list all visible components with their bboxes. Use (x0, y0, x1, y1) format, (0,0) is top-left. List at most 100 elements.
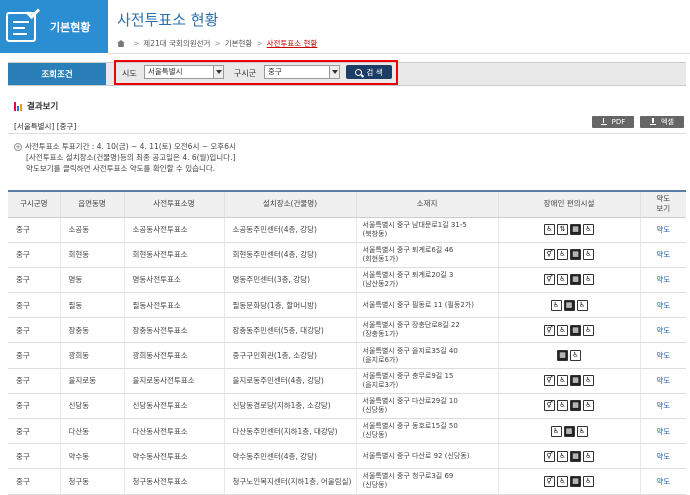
cell-dong: 장충동 (59, 317, 124, 344)
parking-icon: ▦ (570, 450, 581, 462)
cell-place: 약수동주민센터(4층, 강당) (223, 443, 356, 470)
sidebar-header[interactable]: 기본현황 (0, 0, 108, 53)
breadcrumb-item-basic[interactable]: 기본현황 (225, 38, 253, 49)
cell-gu: 중구 (8, 317, 60, 344)
cell-dong: 을지로동 (59, 368, 124, 394)
parking-icon: ▦ (570, 224, 581, 236)
wheelchair-icon: ♿ (557, 450, 568, 462)
map-link[interactable]: 약도 (656, 376, 670, 385)
cell-station: 광희동사전투표소 (123, 342, 224, 369)
cell-facilities: ♿ ▦ ♿ (497, 292, 640, 319)
page-title: 사전투표소 현황 (117, 11, 219, 29)
cell-dong: 광희동 (59, 342, 124, 369)
breadcrumb-item-current[interactable]: 사전투표소 현황 (267, 38, 318, 49)
cell-facilities: ⚥ ♿ ▦ ♿ (497, 393, 640, 420)
table-row: 중구 신당동 신당동사전투표소 신당동경로당(지하1층, 소강당) 서울특별시 중구 다… (8, 393, 686, 420)
ramp-icon: ♿ (583, 224, 594, 236)
wheelchair-icon: ♿ (557, 324, 568, 336)
chevron-down-icon (213, 66, 223, 78)
cell-address: 서울특별시 중구 퇴계로6길 46 (회현동1가) (355, 242, 498, 268)
table-row: 중구 약수동 약수동사전투표소 약수동주민센터(4층, 강당) 서울특별시 중구 다산로… (8, 443, 686, 470)
cell-address: 서울특별시 중구 동호로15길 50 (신당동) (355, 418, 498, 445)
cell-place: 회현동주민센터(4층, 강당) (223, 242, 356, 268)
cell-map: 약도 (639, 468, 686, 495)
toilet-icon: ⚥ (544, 400, 555, 412)
bar-chart-icon (14, 101, 23, 111)
cell-dong: 명동 (59, 267, 124, 294)
table-row: 중구 회현동 회현동사전투표소 회현동주민센터(4층, 강당) 서울특별시 중구 퇴계로… (8, 242, 686, 268)
toilet-icon: ⚥ (544, 475, 555, 487)
toilet-icon: ⚥ (544, 249, 555, 261)
wheelchair-icon: ♿ (544, 224, 555, 236)
cell-place: 명동주민센터(3층, 강당) (223, 267, 356, 294)
results-divider (8, 133, 686, 134)
cell-facilities: ▦ ♿ (497, 342, 640, 369)
map-link[interactable]: 약도 (656, 477, 670, 486)
cell-gu: 중구 (8, 267, 60, 294)
cell-dong: 회현동 (59, 242, 124, 268)
toilet-icon: ⚥ (544, 375, 555, 387)
cell-facilities: ⚥ ♿ ▦ ♿ (497, 317, 640, 344)
cell-gu: 중구 (8, 342, 60, 369)
toilet-icon: ⚥ (544, 274, 555, 286)
cell-map: 약도 (639, 242, 686, 268)
map-link[interactable]: 약도 (656, 250, 670, 259)
cell-station: 소공동사전투표소 (123, 217, 224, 243)
table-row: 중구 장충동 장충동사전투표소 장충동주민센터(5층, 대강당) 서울특별시 중구 장충… (8, 317, 686, 344)
home-icon[interactable] (117, 40, 125, 47)
map-link[interactable]: 약도 (656, 351, 670, 360)
wheelchair-icon: ♿ (557, 274, 568, 286)
breadcrumb-item-election[interactable]: 제21대 국회의원선거 (143, 38, 210, 49)
table-row: 중구 명동 명동사전투표소 명동주민센터(3층, 강당) 서울특별시 중구 퇴계로20길… (8, 267, 686, 294)
cell-station: 약수동사전투표소 (123, 443, 224, 470)
cell-facilities: ⚥ ♿ ▦ ♿ (497, 267, 640, 294)
parking-icon: ▦ (557, 350, 568, 362)
document-check-icon (6, 4, 41, 42)
map-link[interactable]: 약도 (656, 401, 670, 410)
header-divider (108, 53, 690, 54)
cell-gu: 중구 (8, 443, 60, 470)
col-header-name: 사전투표소명 (123, 190, 224, 218)
cell-address: 서울특별시 중구 을지로35길 40 (을지로6가) (355, 342, 498, 369)
cell-gu: 중구 (8, 393, 60, 420)
ramp-icon: ♿ (583, 400, 594, 412)
breadcrumb: > 제21대 국회의원선거 > 기본현황 > 사전투표소 현황 (117, 38, 317, 49)
gu-select[interactable]: 중구 (264, 65, 340, 79)
parking-icon: ▦ (570, 400, 581, 412)
map-link[interactable]: 약도 (656, 326, 670, 335)
map-link[interactable]: 약도 (656, 452, 670, 461)
pdf-button[interactable]: PDF (592, 116, 634, 128)
ramp-icon: ♿ (576, 425, 588, 437)
search-button[interactable]: 검 색 (346, 65, 392, 79)
cell-place: 장충동주민센터(5층, 대강당) (223, 317, 356, 344)
cell-facilities: ⚥ ♿ ▦ ♿ (497, 368, 640, 394)
cell-address: 서울특별시 중구 다산로29길 10 (신당동) (355, 393, 498, 420)
map-link[interactable]: 약도 (656, 275, 670, 284)
table-row: 중구 다산동 다산동사전투표소 다산동주민센터(지하1층, 대강당) 서울특별시 중구 … (8, 418, 686, 445)
excel-button[interactable]: 엑셀 (640, 116, 684, 128)
cell-gu: 중구 (8, 468, 60, 495)
ramp-icon: ♿ (570, 350, 581, 362)
ramp-icon: ♿ (583, 375, 594, 387)
sido-select[interactable]: 서울특별시 (144, 65, 224, 79)
cell-address: 서울특별시 중구 다산로 92 (신당동) (355, 443, 498, 470)
cell-map: 약도 (639, 267, 686, 294)
region-label: [서울특별시] [중구] (14, 122, 77, 131)
col-header-gu: 구시군명 (8, 190, 60, 218)
cell-map: 약도 (639, 342, 686, 369)
cell-map: 약도 (639, 317, 686, 344)
polling-table: 구시군명 읍면동명 사전투표소명 설치장소(건물명) 소재지 장애인 편의시설 … (8, 190, 686, 495)
cell-address: 서울특별시 중구 필동로 11 (필동2가) (355, 292, 498, 319)
table-row: 중구 필동 필동사전투표소 필동문화당(1층, 할머니방) 서울특별시 중구 필동로 1… (8, 292, 686, 319)
map-link[interactable]: 약도 (656, 427, 670, 436)
gu-label: 구시군 (234, 69, 257, 78)
cell-facilities: ⚥ ♿ ▦ ♿ (497, 242, 640, 268)
map-link[interactable]: 약도 (656, 225, 670, 234)
cell-dong: 다산동 (59, 418, 124, 445)
col-header-place: 설치장소(건물명) (223, 190, 356, 218)
map-link[interactable]: 약도 (656, 301, 670, 310)
parking-icon: ▦ (570, 324, 581, 336)
elevator-icon: ⇅ (557, 224, 568, 236)
cell-dong: 청구동 (59, 468, 124, 495)
cell-gu: 중구 (8, 292, 60, 319)
